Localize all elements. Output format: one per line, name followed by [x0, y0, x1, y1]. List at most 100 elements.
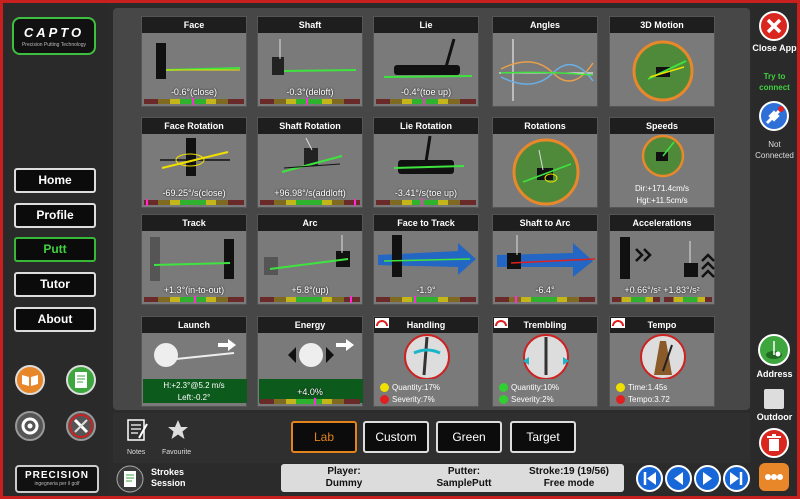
tile-value: -0.4°(toe up): [400, 87, 452, 97]
tile-launch[interactable]: Launch H:+2.3°@5.2 m/s Left:-0.2°: [141, 316, 247, 407]
gear-icon[interactable]: [15, 411, 45, 441]
tile-handling[interactable]: Handling Quantity:17% Severity:7%: [373, 316, 479, 407]
nav-profile-button[interactable]: Profile: [14, 203, 96, 228]
tile-title: Angles: [493, 17, 597, 33]
metronome-icon: [640, 334, 686, 379]
tools-icon[interactable]: [66, 411, 96, 441]
tile-rotations[interactable]: Rotations: [492, 117, 598, 208]
close-app-button[interactable]: [759, 11, 789, 41]
tile-scale-marker: [194, 296, 196, 303]
tile-value: +0.66°/s² +1.83°/s²: [624, 285, 700, 295]
more-options-button[interactable]: [759, 463, 789, 491]
next-stroke-button[interactable]: [694, 465, 721, 492]
last-stroke-button[interactable]: [723, 465, 750, 492]
tile-scale-marker: [421, 199, 423, 206]
tile-value: -0.6°(close): [170, 87, 218, 97]
tile-scale-marker: [414, 296, 416, 303]
address-label: Address: [756, 369, 793, 379]
trembling-gauge-icon: [494, 318, 508, 328]
tile-tempo[interactable]: Tempo Time:1.45s Tempo:3.72: [609, 316, 715, 407]
tile-face-rotation[interactable]: Face Rotation -69.25°/s(close): [141, 117, 247, 208]
address-button[interactable]: [758, 334, 790, 366]
tile-angles[interactable]: Angles: [492, 16, 598, 107]
notepad-icon[interactable]: [66, 365, 96, 395]
trembling-graphic: [523, 334, 569, 379]
close-app-label[interactable]: Close App: [752, 43, 797, 54]
tile-scale-marker: [314, 398, 316, 405]
tile-accelerations[interactable]: Accelerations +0.66°/s² +1.83°/s²: [609, 214, 715, 305]
tile-scale-marker: [423, 98, 425, 105]
tile-scale-marker: [354, 199, 356, 206]
tab-lab[interactable]: Lab: [291, 421, 357, 453]
tile-title: Face: [142, 17, 246, 33]
shaft-putter-graphic: [272, 39, 357, 75]
accelerations-graphic: [620, 237, 715, 279]
tile-scale: [260, 297, 360, 302]
tab-custom[interactable]: Custom: [363, 421, 429, 453]
tile-scale-marker: [515, 296, 517, 303]
arc-graphic: [264, 235, 350, 275]
tile-title: Launch: [142, 317, 246, 333]
golf-hole-icon: [766, 341, 782, 359]
outdoor-checkbox[interactable]: [764, 389, 784, 409]
tile-trembling[interactable]: Trembling Quantity:10% Severity:2%: [492, 316, 598, 407]
face-rotation-graphic: [160, 138, 230, 176]
star-icon[interactable]: [166, 418, 190, 442]
tile-3d-motion[interactable]: 3D Motion: [609, 16, 715, 107]
tile-title: Arc: [258, 215, 362, 231]
tab-green[interactable]: Green: [436, 421, 502, 453]
tile-scale: [260, 99, 360, 104]
tile-value: -0.3°(deloft): [286, 87, 334, 97]
strokes-session-label[interactable]: Strokes Session: [151, 467, 186, 489]
nav-putt-button[interactable]: Putt: [14, 237, 96, 262]
tile-face[interactable]: Face -0.6°(close): [141, 16, 247, 107]
tile-lie-rotation[interactable]: Lie Rotation -3.41°/s(toe up): [373, 117, 479, 208]
tile-shaft-to-arc[interactable]: Shaft to Arc -6.4°: [492, 214, 598, 305]
tile-shaft-rotation[interactable]: Shaft Rotation +96.98°/s(addloft): [257, 117, 363, 208]
trembling-quantity: Quantity:10%: [511, 383, 560, 392]
tile-lie[interactable]: Lie -0.4°(toe up): [373, 16, 479, 107]
tile-face-to-track[interactable]: Face to Track -1.9°: [373, 214, 479, 305]
tile-title: Shaft to Arc: [493, 215, 597, 231]
notes-icon[interactable]: [125, 418, 149, 442]
tile-value: +1.3°(in-to-out): [163, 285, 225, 295]
tile-value: -6.4°: [535, 285, 555, 295]
tile-arc[interactable]: Arc +5.8°(up): [257, 214, 363, 305]
tile-scale-marker: [192, 98, 194, 105]
tempo-time: Time:1.45s: [628, 383, 668, 392]
nav-about-button[interactable]: About: [14, 307, 96, 332]
putter-info: Putter: SamplePutt: [427, 466, 501, 490]
book-icon[interactable]: [15, 365, 45, 395]
launch-left: Left:-0.2°: [177, 393, 211, 402]
putter-value: SamplePutt: [436, 478, 492, 489]
precision-tagline: ingegneria per il golf: [34, 481, 80, 487]
tempo-ratio: Tempo:3.72: [628, 395, 670, 404]
tile-value: +4.0%: [297, 387, 323, 397]
first-stroke-button[interactable]: [636, 465, 663, 492]
connection-status: Not Connected: [755, 140, 794, 160]
tile-value: -1.9°: [416, 285, 436, 295]
tab-target[interactable]: Target: [510, 421, 576, 453]
try-to-connect-link[interactable]: Try to connect: [752, 71, 797, 93]
putter-label: Putter:: [447, 466, 481, 477]
tile-title: Speeds: [610, 118, 714, 134]
nav-tutor-button[interactable]: Tutor: [14, 272, 96, 297]
previous-stroke-button[interactable]: [665, 465, 692, 492]
strokes-label: Strokes: [151, 467, 185, 477]
nav-home-button[interactable]: Home: [14, 168, 96, 193]
tile-track[interactable]: Track +1.3°(in-to-out): [141, 214, 247, 305]
metrics-panel: Face -0.6°(close) Shaft -0.3°(deloft) Li…: [113, 8, 750, 410]
tile-shaft[interactable]: Shaft -0.3°(deloft): [257, 16, 363, 107]
tile-scale: [144, 200, 244, 205]
strokes-session-icon[interactable]: [116, 465, 144, 493]
tile-energy[interactable]: Energy +4.0%: [257, 316, 363, 407]
tile-scale: [260, 200, 360, 205]
shaft-rotation-graphic: [281, 137, 343, 173]
tile-speeds[interactable]: Speeds Dir:+171.4cm/s Hgt:+11.5cm/s: [609, 117, 715, 208]
connection-button[interactable]: [759, 101, 789, 131]
tile-title: Energy: [258, 317, 362, 333]
delete-button[interactable]: [759, 428, 789, 458]
stroke-count: Stroke:19 (19/56): [528, 466, 610, 477]
tile-scale-marker: [146, 199, 148, 206]
tile-value: -69.25°/s(close): [162, 188, 226, 198]
